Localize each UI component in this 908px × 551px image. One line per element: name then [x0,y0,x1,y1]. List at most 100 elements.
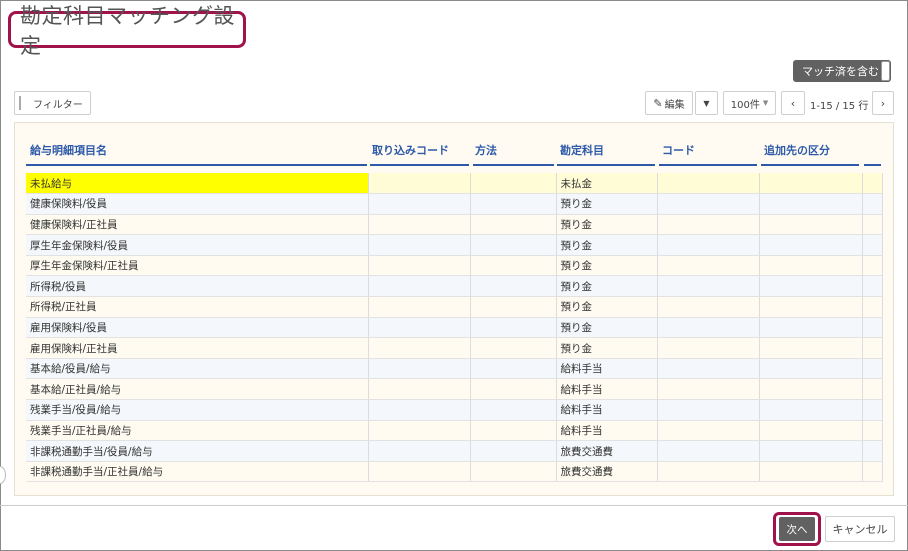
cell-empty[interactable] [368,461,471,483]
cell-empty[interactable] [657,461,760,483]
cell-empty[interactable] [470,317,557,339]
cell-empty[interactable] [862,317,883,339]
cell-empty[interactable] [862,378,883,401]
cell-empty[interactable] [368,358,471,380]
cell-empty[interactable] [759,399,863,421]
cell-empty[interactable] [862,461,883,483]
cell-empty[interactable] [470,173,557,195]
prev-page-button[interactable]: ‹ [781,91,805,115]
cell-empty[interactable] [759,234,863,256]
cell-empty[interactable] [368,420,471,442]
cell-empty[interactable] [759,173,863,195]
cell-empty[interactable] [657,440,760,462]
cell-account[interactable]: 預り金 [556,317,658,339]
cell-empty[interactable] [368,440,471,462]
cell-empty[interactable] [470,255,557,277]
cell-item-name[interactable]: 厚生年金保険料/役員 [26,234,369,256]
cell-account[interactable]: 給料手当 [556,420,658,442]
cell-empty[interactable] [657,193,760,215]
cell-empty[interactable] [759,440,863,462]
cell-empty[interactable] [368,173,471,195]
cell-empty[interactable] [657,275,760,298]
cell-account[interactable]: 預り金 [556,275,658,298]
cell-account[interactable]: 預り金 [556,255,658,277]
cell-empty[interactable] [657,378,760,401]
cell-empty[interactable] [657,399,760,421]
cell-empty[interactable] [759,358,863,380]
cell-item-name[interactable]: 非課税通勤手当/正社員/給与 [26,461,369,483]
next-button[interactable]: 次へ [779,517,815,541]
cell-account[interactable]: 預り金 [556,234,658,256]
cell-empty[interactable] [368,399,471,421]
cell-item-name[interactable]: 厚生年金保険料/正社員 [26,255,369,277]
cell-item-name[interactable]: 基本給/正社員/給与 [26,378,369,401]
cancel-button[interactable]: キャンセル [825,516,895,542]
cell-empty[interactable] [368,234,471,256]
cell-empty[interactable] [759,255,863,277]
cell-empty[interactable] [759,317,863,339]
table-row[interactable]: 非課税通勤手当/役員/給与 旅費交通費 [26,440,883,462]
cell-empty[interactable] [368,337,471,359]
cell-empty[interactable] [759,214,863,236]
table-row[interactable]: 所得税/正社員 預り金 [26,296,883,318]
cell-empty[interactable] [862,399,883,421]
cell-empty[interactable] [657,234,760,256]
table-row[interactable]: 厚生年金保険料/正社員 預り金 [26,255,883,277]
cell-empty[interactable] [470,461,557,483]
cell-empty[interactable] [657,358,760,380]
cell-empty[interactable] [862,420,883,442]
cell-empty[interactable] [759,420,863,442]
cell-empty[interactable] [368,275,471,298]
cell-empty[interactable] [759,337,863,359]
cell-empty[interactable] [862,440,883,462]
table-row[interactable]: 雇用保険料/役員 預り金 [26,317,883,339]
cell-empty[interactable] [759,193,863,215]
cell-empty[interactable] [470,193,557,215]
cell-empty[interactable] [759,378,863,401]
cell-item-name[interactable]: 雇用保険料/正社員 [26,337,369,359]
cell-empty[interactable] [368,214,471,236]
cell-empty[interactable] [759,275,863,298]
table-row[interactable]: 雇用保険料/正社員 預り金 [26,337,883,359]
cell-empty[interactable] [657,420,760,442]
toggle-knob[interactable] [881,61,890,81]
cell-empty[interactable] [470,358,557,380]
cell-empty[interactable] [470,399,557,421]
edit-dropdown-button[interactable]: ▼ [695,91,718,115]
cell-empty[interactable] [470,440,557,462]
cell-empty[interactable] [862,173,883,195]
cell-item-name[interactable]: 未払給与 [26,173,369,195]
column-header-item-name[interactable]: 給与明細項目名 [30,142,107,158]
cell-empty[interactable] [759,296,863,318]
cell-empty[interactable] [862,358,883,380]
table-row[interactable]: 基本給/正社員/給与 給料手当 [26,378,883,401]
cell-item-name[interactable]: 健康保険料/役員 [26,193,369,215]
column-header-method[interactable]: 方法 [475,142,497,158]
cell-account[interactable]: 旅費交通費 [556,461,658,483]
cell-account[interactable]: 未払金 [556,173,658,195]
cell-empty[interactable] [657,255,760,277]
cell-item-name[interactable]: 残業手当/正社員/給与 [26,420,369,442]
cell-empty[interactable] [862,214,883,236]
cell-item-name[interactable]: 非課税通勤手当/役員/給与 [26,440,369,462]
column-header-import-code[interactable]: 取り込みコード [372,142,449,158]
column-header-code[interactable]: コード [662,142,695,158]
cell-account[interactable]: 旅費交通費 [556,440,658,462]
cell-empty[interactable] [470,337,557,359]
table-row[interactable]: 残業手当/役員/給与 給料手当 [26,399,883,421]
cell-account[interactable]: 給料手当 [556,378,658,401]
table-row[interactable]: 基本給/役員/給与 給料手当 [26,358,883,380]
cell-item-name[interactable]: 雇用保険料/役員 [26,317,369,339]
include-matched-toggle[interactable]: マッチ済を含む [793,60,891,82]
cell-empty[interactable] [657,317,760,339]
cell-item-name[interactable]: 基本給/役員/給与 [26,358,369,380]
cell-empty[interactable] [657,173,760,195]
cell-empty[interactable] [470,420,557,442]
cell-account[interactable]: 給料手当 [556,399,658,421]
cell-empty[interactable] [862,275,883,298]
table-row[interactable]: 所得税/役員 預り金 [26,275,883,298]
cell-empty[interactable] [862,234,883,256]
cell-account[interactable]: 預り金 [556,296,658,318]
table-row[interactable]: 厚生年金保険料/役員 預り金 [26,234,883,256]
filter-button[interactable]: フィルター [14,91,91,115]
